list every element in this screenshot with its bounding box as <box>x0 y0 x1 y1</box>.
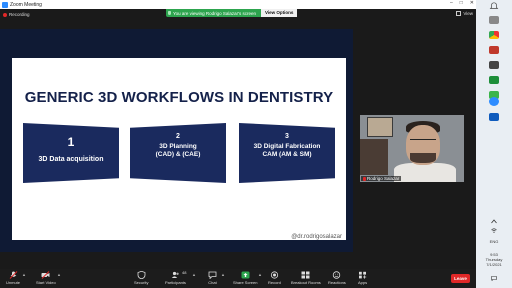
up-arrow-icon[interactable] <box>491 219 497 224</box>
microphone-muted-icon <box>9 271 18 279</box>
window-title: Zoom Meeting <box>10 1 42 8</box>
chat-button[interactable]: Chat <box>208 271 217 285</box>
chat-label: Chat <box>208 280 217 285</box>
chrome-icon[interactable] <box>489 31 499 39</box>
breakout-rooms-button[interactable]: Breakout Rooms <box>291 271 321 285</box>
apps-label: Apps <box>358 280 368 285</box>
workflow-step-3: 3 3D Digital Fabrication CAM (AM & SM) <box>239 123 335 183</box>
outlook-icon[interactable] <box>489 113 499 121</box>
participants-icon <box>171 271 180 279</box>
app-red-icon[interactable] <box>489 46 499 54</box>
apps-icon <box>358 271 367 279</box>
participants-label: Participants <box>165 280 186 285</box>
close-icon[interactable]: ✕ <box>470 0 474 6</box>
share-banner-text: You are viewing Rodrigo Salazar's screen <box>173 10 256 16</box>
shield-icon <box>137 271 146 279</box>
zoom-app-icon <box>2 1 8 8</box>
share-options-chevron-icon[interactable]: ▲ <box>258 272 262 277</box>
share-screen-button[interactable]: Share Screen <box>233 271 257 285</box>
wall-picture <box>367 117 393 137</box>
notification-center-icon[interactable] <box>491 276 497 281</box>
step-label-line1: 3D Planning <box>159 143 197 150</box>
share-screen-label: Share Screen <box>233 280 258 285</box>
start-video-label: Start Video <box>36 280 56 285</box>
breakout-rooms-icon <box>301 271 310 279</box>
smiley-icon <box>332 271 341 279</box>
slide-social-handle: @dr.rodrigosalazar <box>291 234 342 240</box>
speaker-body <box>394 163 456 182</box>
step-label: 3D Planning (CAD) & (CAE) <box>130 143 226 159</box>
participants-options-chevron-icon[interactable]: ▲ <box>192 272 196 277</box>
step-number: 2 <box>176 133 180 140</box>
screen-share-banner: You are viewing Rodrigo Salazar's screen… <box>166 9 298 17</box>
reactions-label: Reactions <box>328 280 346 285</box>
start-video-button[interactable]: Start Video <box>36 271 56 285</box>
view-options-button[interactable]: View Options <box>261 9 298 17</box>
step-label: 3D Data acquisition <box>38 156 104 163</box>
presentation-slide: GENERIC 3D WORKFLOWS IN DENTISTRY 1 3D D… <box>12 58 346 240</box>
app-dark-icon[interactable] <box>489 61 499 69</box>
grid-view-icon <box>456 11 462 16</box>
leave-button[interactable]: Leave <box>451 274 470 283</box>
speaker-video-tile[interactable]: Rodrigo Salazar <box>360 115 464 182</box>
record-button[interactable]: Record <box>268 271 281 285</box>
file-explorer-icon[interactable] <box>489 16 499 24</box>
bookshelf <box>360 139 388 175</box>
recording-label: Recording <box>9 12 30 17</box>
view-control[interactable]: View <box>456 11 473 16</box>
step-label-line1: 3D Digital Fabrication <box>253 143 321 150</box>
speaker-glasses <box>410 139 436 145</box>
record-label: Record <box>268 280 281 285</box>
window-controls: – □ ✕ <box>450 0 474 6</box>
participant-name: Rodrigo Salazar <box>367 176 400 181</box>
view-label: View <box>463 11 473 16</box>
notification-bell-icon[interactable] <box>489 2 499 10</box>
security-label: Security <box>134 280 149 285</box>
step-label-line2: (CAD) & (CAE) <box>155 151 201 158</box>
record-dot-icon <box>3 12 7 17</box>
zoom-taskbar-icon[interactable] <box>489 97 499 106</box>
meeting-toolbar: Unmute ▲ Start Video ▲ Security Particip… <box>0 269 476 288</box>
breakout-rooms-label: Breakout Rooms <box>291 280 321 285</box>
step-number: 3 <box>285 133 289 140</box>
step-label: 3D Digital Fabrication CAM (AM & SM) <box>239 143 335 159</box>
shield-icon <box>168 11 171 15</box>
recording-indicator[interactable]: Recording <box>3 12 30 17</box>
participant-name-tag: Rodrigo Salazar <box>361 176 402 181</box>
share-screen-icon <box>241 271 250 279</box>
unmute-label: Unmute <box>6 280 21 285</box>
video-camera-off-icon <box>41 271 50 279</box>
language-indicator[interactable]: ENG <box>476 239 512 244</box>
chat-icon <box>208 271 217 279</box>
muted-mic-icon <box>363 176 366 181</box>
workflow-step-1: 1 3D Data acquisition <box>23 123 119 183</box>
minimize-icon[interactable]: – <box>450 0 453 6</box>
window-titlebar: Zoom Meeting – □ ✕ <box>0 0 476 9</box>
unmute-button[interactable]: Unmute <box>6 271 20 285</box>
clock-date: 7/1/2021 <box>486 262 502 267</box>
step-number: 1 <box>67 135 75 149</box>
security-button[interactable]: Security <box>134 271 148 285</box>
video-options-chevron-icon[interactable]: ▲ <box>57 272 61 277</box>
speaker-beard <box>410 153 436 163</box>
wifi-icon[interactable] <box>491 228 497 233</box>
audio-options-chevron-icon[interactable]: ▲ <box>22 272 26 277</box>
windows-taskbar: ENG 9:53 Thursday 7/1/2021 <box>476 0 512 288</box>
participants-count: 48 <box>182 270 187 275</box>
step-label-line2: CAM (AM & SM) <box>262 151 312 158</box>
slide-title: GENERIC 3D WORKFLOWS IN DENTISTRY <box>24 89 334 106</box>
reactions-button[interactable]: Reactions <box>328 271 346 285</box>
maximize-icon[interactable]: □ <box>460 0 463 6</box>
workflow-step-2: 2 3D Planning (CAD) & (CAE) <box>130 123 226 183</box>
spotify-icon[interactable] <box>489 76 499 84</box>
chat-options-chevron-icon[interactable]: ▲ <box>221 272 225 277</box>
apps-button[interactable]: Apps <box>358 271 367 285</box>
record-icon <box>270 271 279 279</box>
